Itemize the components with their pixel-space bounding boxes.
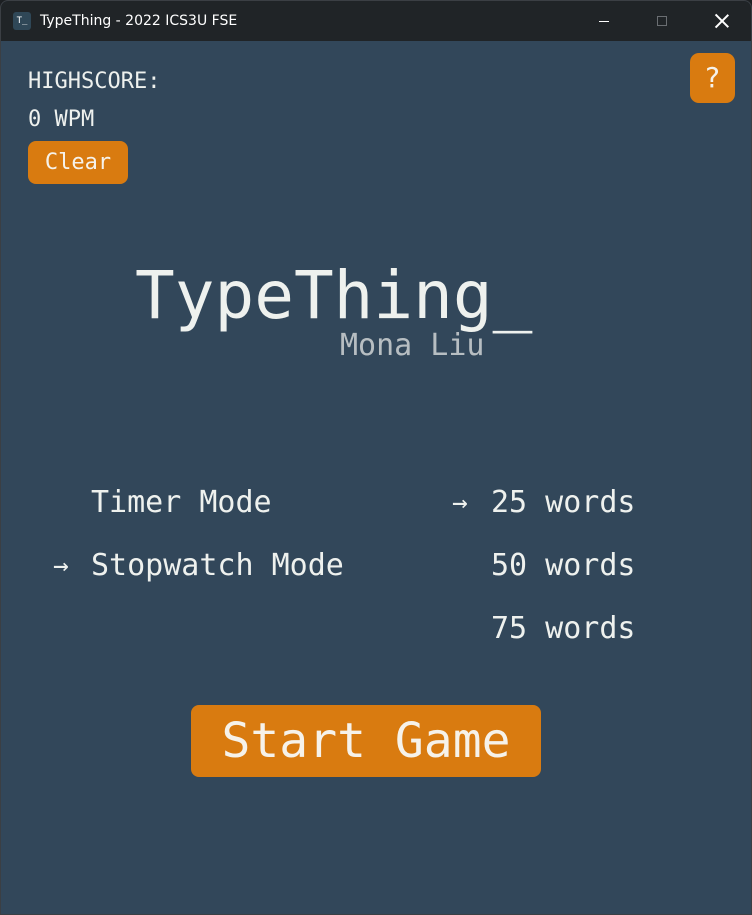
word-count-option-25[interactable]: 25 words xyxy=(491,483,636,523)
close-button[interactable] xyxy=(693,1,751,41)
app-window: T_ TypeThing - 2022 ICS3U FSE HIGHSCORE:… xyxy=(0,0,752,915)
game-menu: HIGHSCORE: 0 WPM Clear ? TypeThing_ Mona… xyxy=(1,41,751,914)
clear-highscore-button[interactable]: Clear xyxy=(28,141,128,184)
start-game-button[interactable]: Start Game xyxy=(191,705,541,777)
mode-option-stopwatch[interactable]: Stopwatch Mode xyxy=(91,546,344,586)
mode-option-timer[interactable]: Timer Mode xyxy=(91,483,272,523)
help-button[interactable]: ? xyxy=(690,53,735,103)
minimize-button[interactable] xyxy=(575,1,633,41)
title-bar[interactable]: T_ TypeThing - 2022 ICS3U FSE xyxy=(1,1,751,41)
game-title: TypeThing_ xyxy=(135,257,533,334)
app-icon: T_ xyxy=(13,12,31,30)
close-icon xyxy=(715,14,729,28)
highscore-label: HIGHSCORE: xyxy=(28,69,161,94)
window-title: TypeThing - 2022 ICS3U FSE xyxy=(40,13,238,29)
word-count-option-75[interactable]: 75 words xyxy=(491,609,636,649)
highscore-value: 0 WPM xyxy=(28,107,95,132)
maximize-icon xyxy=(657,16,667,26)
mode-selected-arrow-icon: → xyxy=(53,551,69,581)
word-count-option-50[interactable]: 50 words xyxy=(491,546,636,586)
minimize-icon xyxy=(599,20,609,22)
words-selected-arrow-icon: → xyxy=(452,488,468,518)
author-name: Mona Liu xyxy=(340,328,485,363)
maximize-button[interactable] xyxy=(633,1,691,41)
